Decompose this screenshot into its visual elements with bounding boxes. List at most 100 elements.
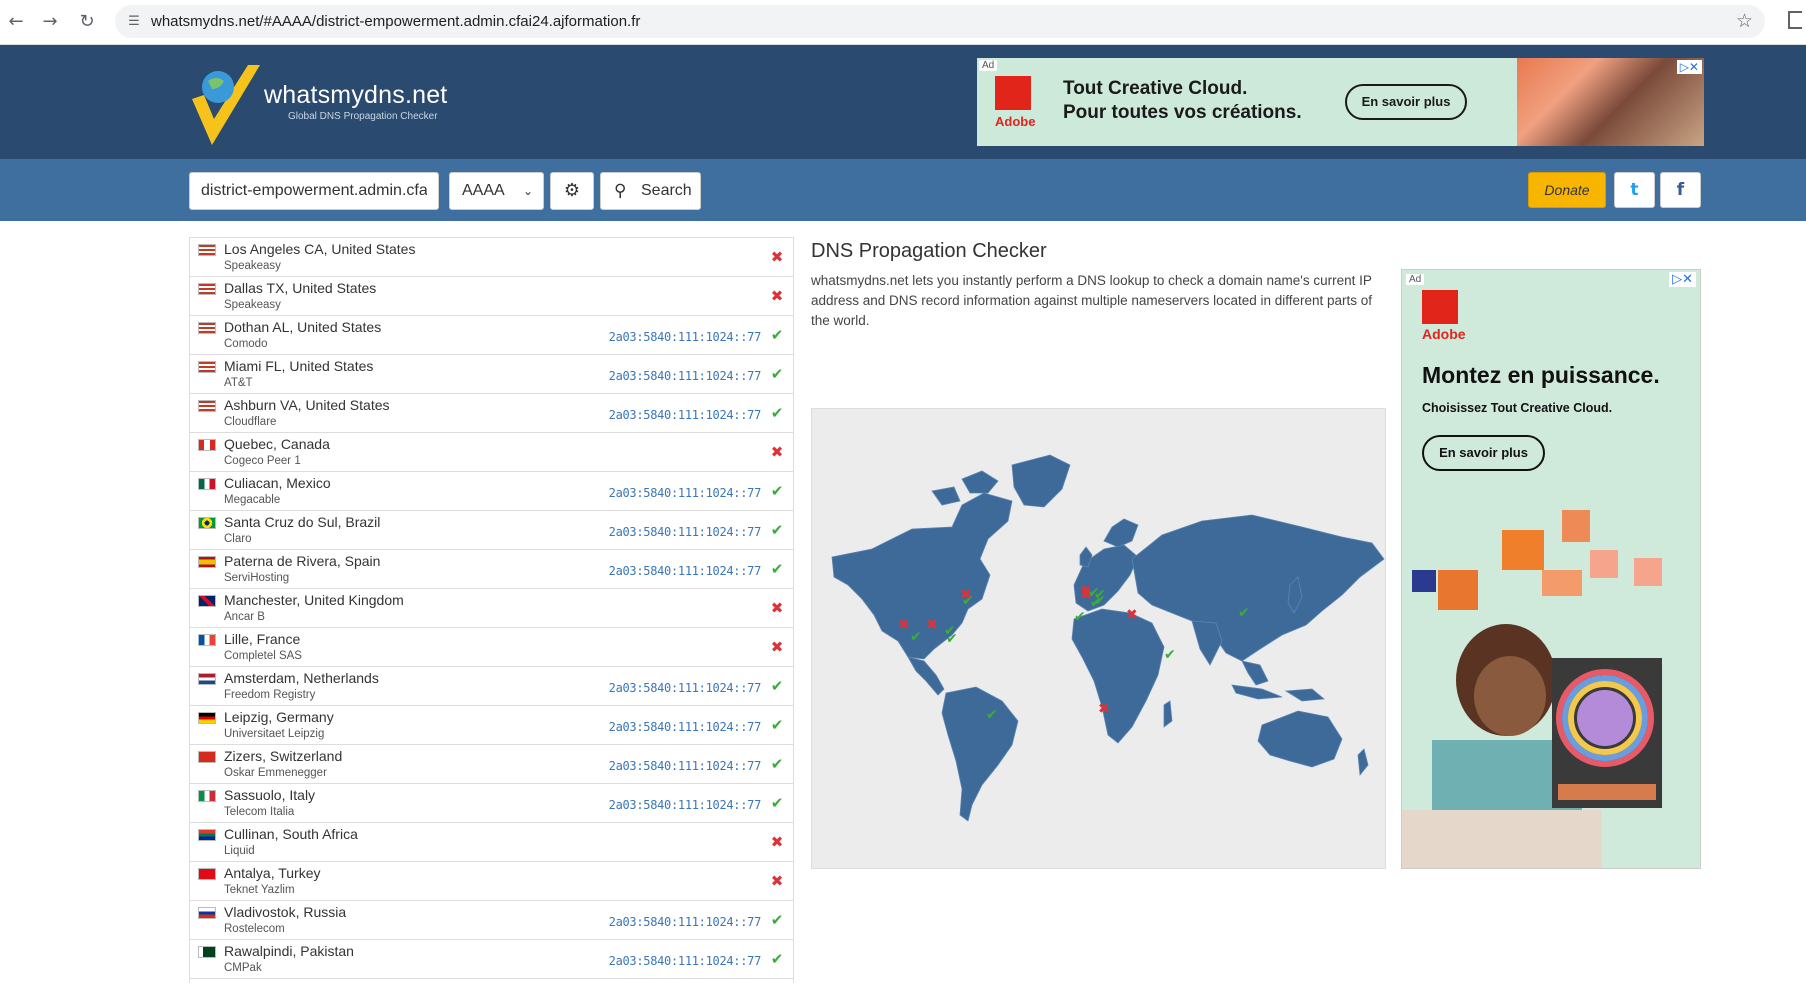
result-ip[interactable]: 2a03:5840:111:1024::77 [609,915,762,929]
flag-fr-icon [198,634,216,646]
ad-brand: Adobe [1422,326,1466,342]
result-location: Rawalpindi, Pakistan [224,943,354,959]
adobe-logo-icon [1422,290,1458,324]
result-ip[interactable]: 2a03:5840:111:1024::77 [609,798,762,812]
site-info-icon[interactable]: ☰ [125,13,143,31]
check-icon: ✔ [770,794,784,812]
result-location: Los Angeles CA, United States [224,241,416,257]
map-check-marker: ✔ [986,707,998,723]
address-url[interactable]: whatsmydns.net/#AAAA/district-empowermen… [151,13,640,30]
result-row[interactable]: Culiacan, Mexico Megacable 2a03:5840:111:1… [190,472,793,511]
result-location: Zizers, Switzerland [224,748,343,764]
cross-icon: ✖ [770,599,784,617]
result-row[interactable]: Santa Cruz do Sul, Brazil Claro 2a03:5840:… [190,511,793,550]
facebook-icon[interactable]: f [1660,172,1701,208]
result-location: Paterna de Rivera, Spain [224,553,381,569]
world-map[interactable]: ✖ ✖ ✔ ✔ ✔ ✖ ✔ ✔ ✔ ✖ ✖ ✔ ✔ ✔ ✔ ✖ ✖ ✔ ✔ [811,408,1386,869]
result-ip[interactable]: 2a03:5840:111:1024::77 [609,330,762,344]
result-location: Leipzig, Germany [224,709,334,725]
result-row[interactable]: Lille, France Completel SAS ✖ [190,628,793,667]
search-button[interactable]: ⚲ Search [600,172,701,210]
result-row[interactable]: Cullinan, South Africa Liquid ✖ [190,823,793,862]
map-check-marker: ✔ [1094,593,1106,609]
ad-label: Ad [979,60,998,71]
check-icon: ✔ [770,911,784,929]
side-ad-banner[interactable]: Ad ▷✕ Adobe Montez en puissance. Choisis… [1401,269,1701,869]
twitter-icon[interactable]: t [1614,172,1655,208]
flag-us-icon [198,244,216,256]
result-row[interactable]: Amsterdam, Netherlands Freedom Registry 2a… [190,667,793,706]
flag-it-icon [198,790,216,802]
flag-mx-icon [198,478,216,490]
donate-button[interactable]: Donate [1528,172,1606,208]
address-bar[interactable]: ☰ whatsmydns.net/#AAAA/district-empowerm… [115,5,1765,38]
flag-us-icon [198,361,216,373]
gear-icon: ⚙ [563,180,581,201]
result-isp: Completel SAS [224,650,302,662]
map-check-marker: ✔ [946,631,958,647]
result-ip[interactable]: 2a03:5840:111:1024::77 [609,954,762,968]
result-ip[interactable]: 2a03:5840:111:1024::77 [609,486,762,500]
result-ip[interactable]: 2a03:5840:111:1024::77 [609,564,762,578]
cross-icon: ✖ [770,833,784,851]
search-button-label: Search [641,182,692,199]
site-logo[interactable]: whatsmydns.net Global DNS Propagation Ch… [188,59,488,149]
result-row[interactable]: Zizers, Switzerland Oskar Emmenegger 2a03:… [190,745,793,784]
flag-ru-icon [198,907,216,919]
result-row[interactable]: Quebec, Canada Cogeco Peer 1 ✖ [190,433,793,472]
page-description: whatsmydns.net lets you instantly perfor… [811,273,1373,328]
result-row[interactable]: Leipzig, Germany Universitaet Leipzig 2a03… [190,706,793,745]
cross-icon: ✖ [770,872,784,890]
cross-icon: ✖ [770,443,784,461]
result-row[interactable]: Ashburn VA, United States Cloudflare 2a03:… [190,394,793,433]
result-isp: Megacable [224,494,281,506]
flag-gb-icon [198,595,216,607]
search-icon: ⚲ [614,181,627,201]
result-location: Culiacan, Mexico [224,475,331,491]
record-type-select[interactable]: AAAA ⌄ [449,172,544,210]
result-row[interactable]: Vladivostok, Russia Rostelecom 2a03:5840:1… [190,901,793,940]
result-row[interactable]: Manchester, United Kingdom Ancar B ✖ [190,589,793,628]
result-ip[interactable]: 2a03:5840:111:1024::77 [609,720,762,734]
result-ip[interactable]: 2a03:5840:111:1024::77 [609,408,762,422]
result-ip[interactable]: 2a03:5840:111:1024::77 [609,525,762,539]
result-row[interactable]: Antalya, Turkey Teknet Yazlim ✖ [190,862,793,901]
domain-input[interactable] [189,172,439,210]
result-row[interactable]: Rawalpindi, Pakistan CMPak 2a03:5840:111:1… [190,940,793,979]
check-icon: ✔ [770,326,784,344]
result-row[interactable]: Dallas TX, United States Speakeasy ✖ [190,277,793,316]
forward-arrow-icon[interactable]: → [38,10,62,34]
result-row[interactable]: Paterna de Rivera, Spain ServiHosting 2a03… [190,550,793,589]
ad-close-icon[interactable]: ▷✕ [1676,60,1702,74]
result-isp: Comodo [224,338,268,350]
map-cross-marker: ✖ [898,617,910,633]
extension-icon[interactable] [1788,11,1802,29]
cross-icon: ✖ [770,248,784,266]
settings-gear-button[interactable]: ⚙ [550,172,594,210]
bookmark-star-icon[interactable]: ☆ [1736,10,1753,32]
top-ad-banner[interactable]: Ad Adobe Tout Creative Cloud. Pour toute… [977,58,1704,146]
ad-close-icon[interactable]: ▷✕ [1669,272,1696,287]
result-row[interactable]: Dothan AL, United States Comodo 2a03:5840:… [190,316,793,355]
result-location: Antalya, Turkey [224,865,321,881]
check-icon: ✔ [770,365,784,383]
logo-checkmark-icon [192,65,260,145]
result-ip[interactable]: 2a03:5840:111:1024::77 [609,369,762,383]
result-row[interactable]: Sassuolo, Italy Telecom Italia 2a03:5840:1… [190,784,793,823]
reload-icon[interactable]: ↻ [75,10,99,34]
back-arrow-icon[interactable]: ← [4,10,28,34]
browser-toolbar: ← → ↻ ☰ whatsmydns.net/#AAAA/district-em… [0,0,1806,45]
ad-cta-button[interactable]: En savoir plus [1422,435,1545,471]
flag-br-icon [198,517,216,529]
result-row[interactable]: Miami FL, United States AT&T 2a03:5840:111… [190,355,793,394]
result-location: Quebec, Canada [224,436,330,452]
result-ip[interactable]: 2a03:5840:111:1024::77 [609,681,762,695]
ad-cta-button[interactable]: En savoir plus [1345,84,1467,120]
result-isp: Universitaet Leipzig [224,728,325,740]
result-row[interactable]: Los Angeles CA, United States Speakeasy ✖ [190,238,793,277]
result-ip[interactable]: 2a03:5840:111:1024::77 [609,759,762,773]
result-isp: ServiHosting [224,572,290,584]
ad-brand: Adobe [995,114,1036,129]
check-icon: ✔ [770,521,784,539]
site-header: whatsmydns.net Global DNS Propagation Ch… [0,45,1806,159]
